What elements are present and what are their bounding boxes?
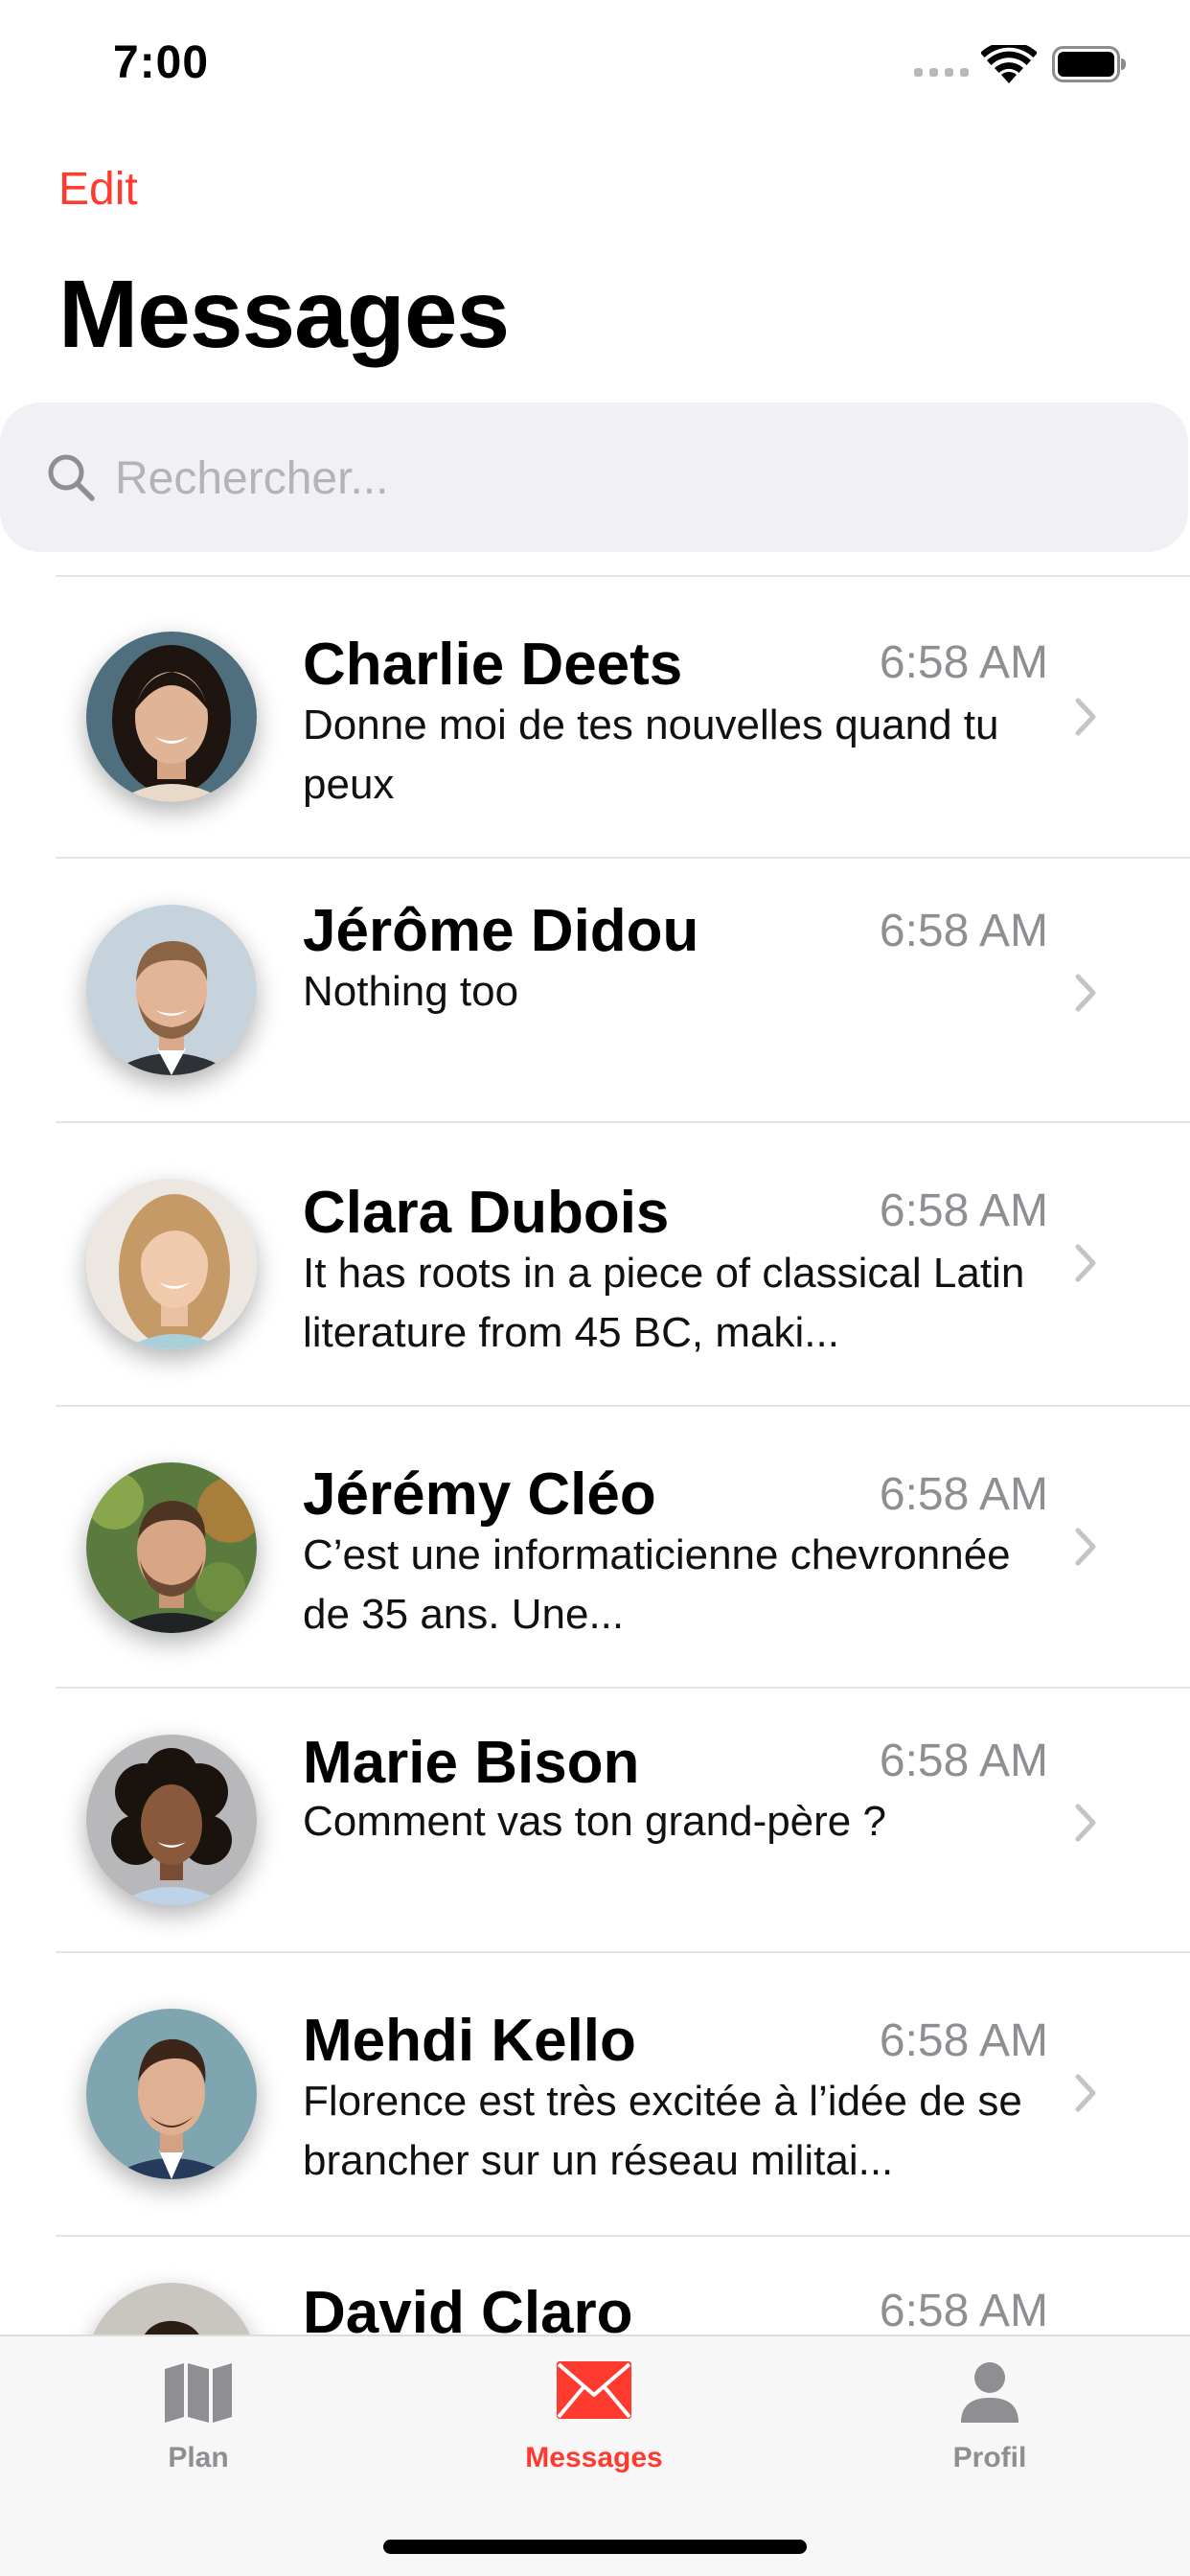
chevron-right-icon [1075, 974, 1096, 1012]
message-preview: C’est une informaticienne chevronnée de … [303, 1531, 1011, 1638]
woman-dark-hair-photo [86, 632, 257, 802]
message-preview: Donne moi de tes nouvelles quand tu peux [303, 702, 999, 808]
message-preview: It has roots in a piece of classical Lat… [303, 1250, 1025, 1356]
woman-curly-hair-photo [86, 1735, 257, 1905]
message-time: 6:58 AM [879, 1736, 1048, 1786]
tab-label: Profil [952, 2442, 1027, 2473]
chevron-right-icon [1075, 1528, 1096, 1566]
status-bar: 7:00 [0, 0, 1190, 125]
message-time: 6:58 AM [879, 1185, 1048, 1236]
contact-name: Marie Bison [303, 1730, 640, 1796]
contact-name: Mehdi Kello [303, 2008, 636, 2074]
man-suit-photo [86, 2009, 257, 2179]
avatar [86, 1179, 257, 1349]
conversation-row[interactable]: Clara Dubois 6:58 AM It has roots in a p… [0, 1123, 1190, 1405]
message-time: 6:58 AM [879, 906, 1048, 956]
envelope-icon [557, 2361, 631, 2419]
message-time: 6:58 AM [879, 2286, 1048, 2336]
search-input[interactable] [113, 439, 1152, 518]
avatar [86, 1735, 257, 1905]
avatar [86, 2009, 257, 2179]
contact-name: Clara Dubois [303, 1180, 670, 1246]
avatar [86, 905, 257, 1075]
page-title: Messages [58, 261, 510, 368]
conversation-row[interactable]: Charlie Deets 6:58 AM Donne moi de tes n… [0, 577, 1190, 857]
home-indicator [383, 2540, 807, 2554]
messages-screen: 7:00 Edit Messages Rechercher... Charlie… [0, 0, 1190, 2576]
map-icon [165, 2363, 232, 2423]
tab-plan[interactable]: Plan [55, 2336, 342, 2490]
avatar [86, 1462, 257, 1633]
message-preview: Comment vas ton grand-père ? [303, 1798, 886, 1845]
status-time: 7:00 [113, 37, 210, 88]
woman-blonde-photo [86, 1179, 257, 1349]
chevron-right-icon [1075, 698, 1096, 736]
man-beard-photo [86, 905, 257, 1075]
message-time: 6:58 AM [879, 1469, 1048, 1520]
conversation-row[interactable]: Marie Bison 6:58 AM Comment vas ton gran… [0, 1689, 1190, 1951]
tab-profil[interactable]: Profil [846, 2336, 1133, 2490]
contact-name: Jérémy Cléo [303, 1461, 656, 1528]
message-preview: Florence est très excitée à l’idée de se… [303, 2078, 1022, 2184]
chevron-right-icon [1075, 2074, 1096, 2112]
message-preview: Nothing too [303, 968, 519, 1015]
contact-name: Jérôme Didou [303, 898, 699, 964]
tab-messages[interactable]: Messages [450, 2336, 738, 2490]
chevron-right-icon [1075, 1804, 1096, 1842]
edit-button[interactable]: Edit [58, 163, 138, 216]
man-outdoor-photo [86, 1462, 257, 1633]
wifi-icon [981, 45, 1037, 83]
tab-bar: Plan Messages Profil [0, 2334, 1190, 2576]
battery-icon [1052, 46, 1126, 82]
conversation-row[interactable]: Jérémy Cléo 6:58 AM C’est une informatic… [0, 1407, 1190, 1687]
search-bar[interactable] [0, 402, 1188, 552]
tab-label: Messages [525, 2442, 663, 2473]
message-time: 6:58 AM [879, 2015, 1048, 2066]
chevron-right-icon [1075, 1244, 1096, 1282]
person-icon [961, 2362, 1018, 2423]
conversation-row[interactable]: Jérôme Didou 6:58 AM Nothing too [0, 859, 1190, 1121]
tab-label: Plan [168, 2442, 229, 2473]
contact-name: Charlie Deets [303, 632, 683, 698]
message-time: 6:58 AM [879, 637, 1048, 688]
cellular-signal-icon [914, 68, 969, 77]
conversation-row[interactable]: Mehdi Kello 6:58 AM Florence est très ex… [0, 1953, 1190, 2235]
search-icon [48, 454, 95, 501]
avatar [86, 632, 257, 802]
